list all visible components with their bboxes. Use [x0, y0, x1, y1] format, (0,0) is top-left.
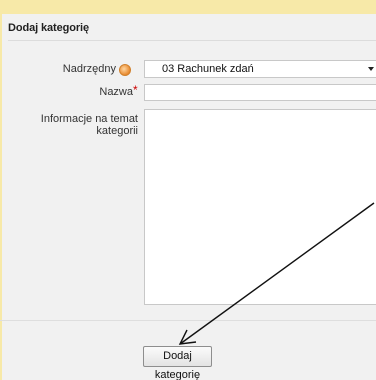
name-input[interactable] [144, 84, 376, 101]
footer-divider [0, 320, 376, 321]
info-textarea[interactable] [144, 109, 376, 305]
form-title: Dodaj kategorię [8, 22, 94, 34]
chevron-down-icon [368, 67, 374, 71]
help-icon[interactable] [119, 64, 131, 76]
required-marker: * [133, 83, 138, 97]
fieldset-legend: Dodaj kategorię [8, 22, 376, 41]
info-label: Informacje na temat kategorii [40, 113, 138, 137]
parent-select[interactable]: 03 Rachunek zdań [144, 60, 376, 78]
parent-label: Nadrzędny [62, 63, 116, 75]
add-category-button[interactable]: Dodaj kategorię [143, 346, 212, 380]
name-label: Nazwa [99, 86, 133, 98]
top-strip [0, 0, 376, 14]
parent-select-value: 03 Rachunek zdań [162, 63, 254, 75]
legend-divider [8, 40, 376, 41]
